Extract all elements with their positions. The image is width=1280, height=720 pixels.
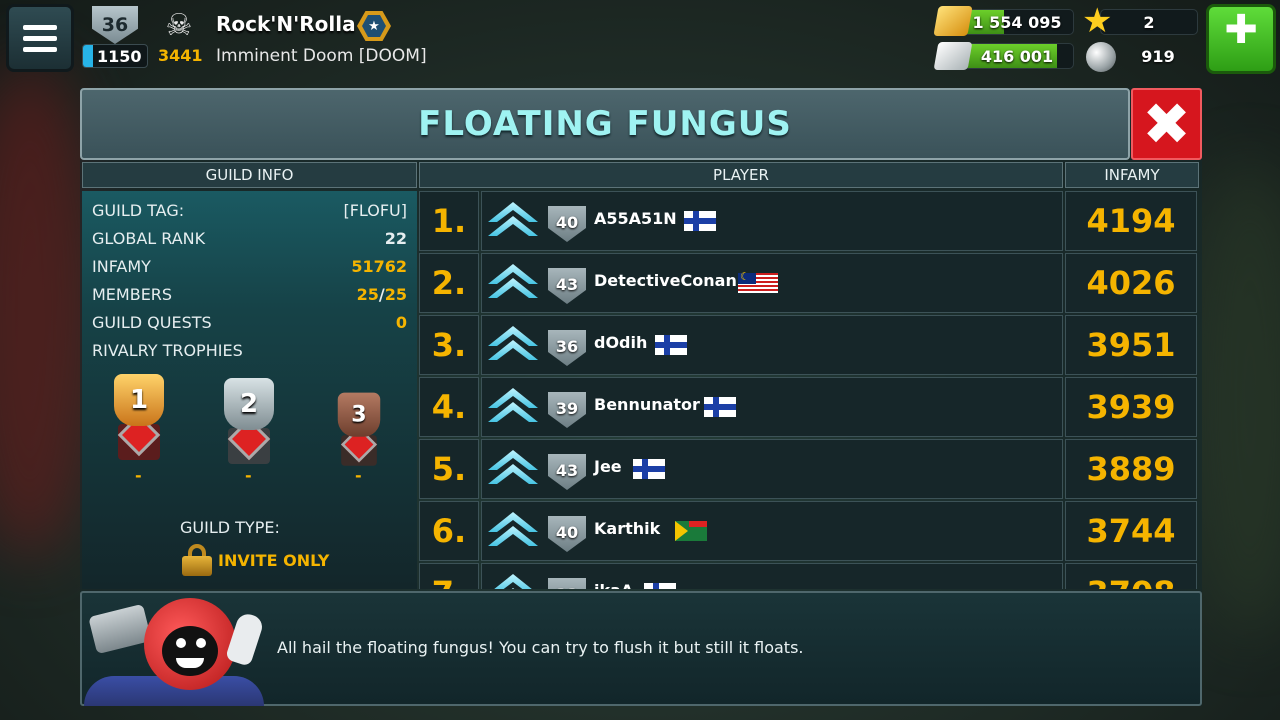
player-rank: 1. (419, 191, 479, 251)
trophy-bronze-count: - (355, 466, 362, 485)
flag-icon (644, 583, 676, 589)
flag-icon (704, 397, 736, 417)
chevron-rank-icon (488, 512, 538, 552)
player-level: 39 (548, 392, 586, 428)
player-cell[interactable]: 43 DetectiveConan (481, 253, 1063, 313)
trophy-gold[interactable]: 1 (108, 374, 170, 462)
player-infamy: 3744 (1065, 501, 1197, 561)
trophy-silver[interactable]: 2 (218, 378, 280, 466)
star-badge-icon: ★ (357, 11, 391, 41)
guild-title: FLOATING FUNGUS (80, 88, 1130, 160)
header-guild-info: GUILD INFO (82, 162, 417, 188)
menu-button[interactable] (6, 4, 74, 72)
skull-icon: ☠ (165, 8, 193, 43)
header-player: PLAYER (419, 162, 1063, 188)
player-row[interactable]: 4. 39 Bennunator 3939 (419, 377, 1199, 437)
global-rank-row: GLOBAL RANK 22 (92, 229, 407, 248)
close-icon: ✖ (1142, 90, 1191, 158)
player-name[interactable]: Bennunator (594, 395, 700, 414)
player-rank: 3. (419, 315, 479, 375)
iron-counter[interactable]: 416 001 (960, 43, 1074, 69)
player-rank: 4. (419, 377, 479, 437)
close-button[interactable]: ✖ (1131, 88, 1202, 160)
star-icon: ★ (1082, 1, 1113, 41)
rivalry-trophies-label: RIVALRY TROPHIES (92, 341, 243, 360)
player-name[interactable]: Rock'N'Rolla (216, 12, 356, 36)
player-rank: 6. (419, 501, 479, 561)
flag-icon (675, 521, 707, 541)
iron-bar-icon (933, 42, 973, 70)
chevron-rank-icon (488, 264, 538, 304)
chevron-rank-icon (488, 388, 538, 428)
player-rank: 2. (419, 253, 479, 313)
flag-icon (655, 335, 687, 355)
player-cell[interactable]: 43 Jee (481, 439, 1063, 499)
guild-tag-row: GUILD TAG: [FLOFU] (92, 201, 407, 220)
player-guild[interactable]: Imminent Doom [DOOM] (216, 46, 427, 66)
player-row[interactable]: 7. 33 ikaA 3708 (419, 563, 1199, 589)
trophy-silver-count: - (245, 466, 252, 485)
player-infamy: 4026 (1065, 253, 1197, 313)
player-row[interactable]: 2. 43 DetectiveConan 4026 (419, 253, 1199, 313)
add-resources-button[interactable]: ✚ (1206, 4, 1276, 74)
player-cell[interactable]: 40 Karthik (481, 501, 1063, 561)
chevron-rank-icon (488, 326, 538, 366)
player-infamy: 3939 (1065, 377, 1197, 437)
player-name[interactable]: DetectiveConan (594, 271, 737, 290)
chevron-rank-icon (488, 574, 538, 589)
player-infamy: 4194 (1065, 191, 1197, 251)
player-infamy: 3708 (1065, 563, 1197, 589)
members-row: MEMBERS 25/25 (92, 285, 407, 304)
player-infamy: 3889 (1065, 439, 1197, 499)
infamy-row: INFAMY 51762 (92, 257, 407, 276)
header-infamy: INFAMY (1065, 162, 1199, 188)
player-xp: 1150 (82, 44, 148, 68)
player-level: 43 (548, 268, 586, 304)
plus-icon: ✚ (1224, 7, 1258, 53)
chevron-rank-icon (488, 450, 538, 490)
mascot-character (84, 596, 274, 706)
player-level: 40 (548, 206, 586, 242)
player-row[interactable]: 6. 40 Karthik 3744 (419, 501, 1199, 561)
guild-type-label: GUILD TYPE: (180, 518, 280, 537)
chevron-rank-icon (488, 202, 538, 242)
star-counter[interactable]: 2 (1100, 9, 1198, 35)
trophy-gold-count: - (135, 466, 142, 485)
player-cell[interactable]: 36 dOdih (481, 315, 1063, 375)
player-row[interactable]: 1. 40 A55A51N 4194 (419, 191, 1199, 251)
player-cell[interactable]: 39 Bennunator (481, 377, 1063, 437)
gold-counter[interactable]: 1 554 095 (960, 9, 1074, 35)
player-rank: 7. (419, 563, 479, 589)
player-name[interactable]: A55A51N (594, 209, 677, 228)
player-cell[interactable]: 40 A55A51N (481, 191, 1063, 251)
skull-count: 3441 (158, 46, 203, 65)
flag-icon (738, 270, 778, 293)
player-level: 40 (548, 516, 586, 552)
player-level: 43 (548, 454, 586, 490)
player-infamy: 3951 (1065, 315, 1197, 375)
player-name[interactable]: Karthik (594, 519, 660, 538)
flag-icon (684, 211, 716, 231)
player-row[interactable]: 5. 43 Jee 3889 (419, 439, 1199, 499)
guild-description: All hail the floating fungus! You can tr… (277, 638, 804, 657)
player-name[interactable]: dOdih (594, 333, 647, 352)
player-name[interactable]: ikaA (594, 581, 633, 589)
player-name[interactable]: Jee (594, 457, 622, 476)
pearl-counter[interactable]: 919 (1118, 43, 1198, 69)
player-row[interactable]: 3. 36 dOdih 3951 (419, 315, 1199, 375)
player-level-badge[interactable]: 36 (92, 6, 138, 44)
hamburger-icon (23, 24, 57, 30)
player-level: 33 (548, 578, 586, 589)
flag-icon (633, 459, 665, 479)
player-list[interactable]: 1.40A55A51N41942.43DetectiveConan40263.3… (419, 191, 1199, 589)
player-level: 36 (548, 330, 586, 366)
player-cell[interactable]: 33 ikaA (481, 563, 1063, 589)
guild-type-value: INVITE ONLY (218, 551, 330, 570)
lock-icon (182, 544, 212, 576)
trophy-bronze[interactable]: 3 (333, 392, 386, 468)
guild-quests-row: GUILD QUESTS 0 (92, 313, 407, 332)
player-rank: 5. (419, 439, 479, 499)
pearl-icon (1086, 42, 1116, 72)
gold-bar-icon (933, 6, 973, 36)
